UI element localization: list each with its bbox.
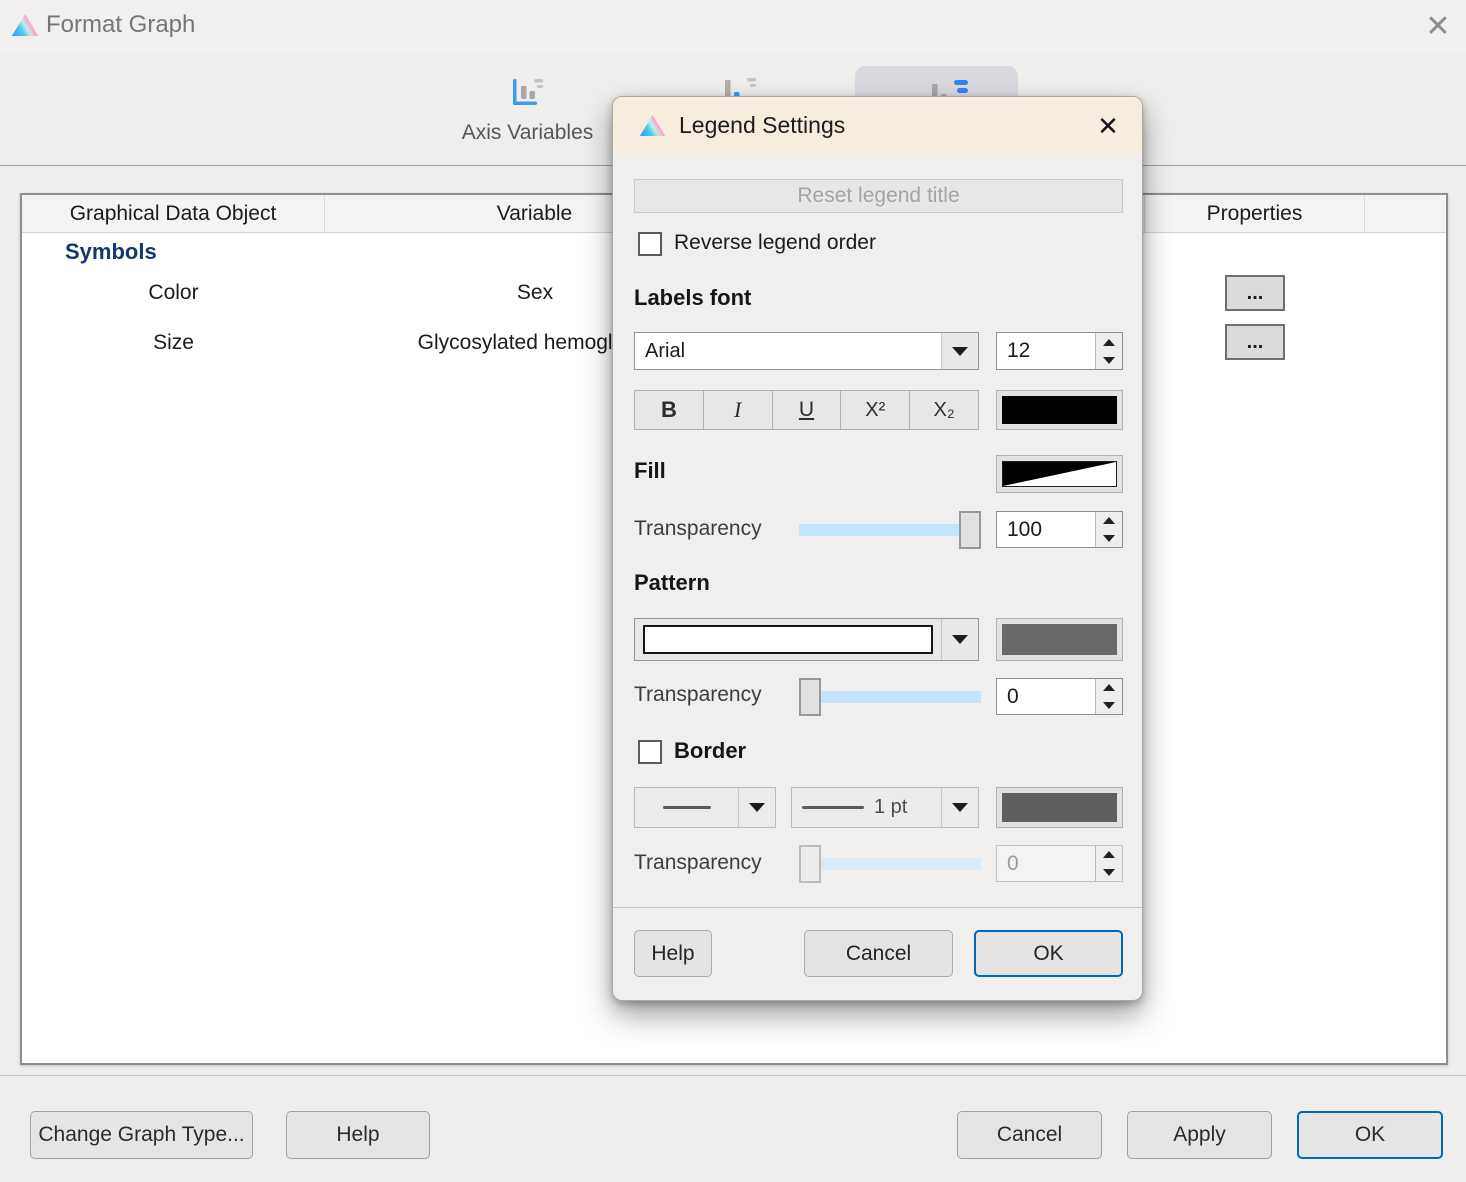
- bottom-bar: Change Graph Type... Help Cancel Apply O…: [0, 1075, 1466, 1182]
- italic-button[interactable]: I: [704, 391, 773, 429]
- font-family-value: Arial: [635, 333, 942, 369]
- window-title: Format Graph: [46, 11, 195, 39]
- prism-logo-icon: [11, 12, 39, 38]
- font-style-toolbar: B I U X² X₂: [634, 390, 979, 430]
- slider-track: [799, 858, 981, 870]
- spin-up-icon[interactable]: [1096, 333, 1122, 351]
- subscript-button[interactable]: X₂: [910, 391, 978, 429]
- fill-transparency-stepper[interactable]: 100: [996, 511, 1123, 548]
- spin-down-icon[interactable]: [1096, 530, 1122, 548]
- header-properties: Properties: [1145, 195, 1365, 232]
- prism-logo-icon: [639, 113, 666, 138]
- fill-transparency-label: Transparency: [634, 517, 762, 541]
- spin-down-icon: [1096, 864, 1122, 882]
- pattern-transparency-slider[interactable]: [799, 678, 981, 716]
- title-bar: Format Graph ✕: [0, 0, 1466, 52]
- pattern-color-swatch[interactable]: [996, 618, 1123, 661]
- chevron-down-icon[interactable]: [942, 619, 978, 660]
- row-size-object: Size: [22, 331, 325, 355]
- tab-axis-variables-label: Axis Variables: [462, 121, 594, 145]
- row-color-object: Color: [22, 281, 325, 305]
- border-transparency-slider: [799, 845, 981, 883]
- border-width-value: 1 pt: [874, 796, 907, 819]
- main-cancel-button[interactable]: Cancel: [957, 1111, 1102, 1159]
- dialog-title: Legend Settings: [679, 112, 845, 139]
- slider-thumb[interactable]: [959, 511, 981, 549]
- pattern-preview-field: [635, 619, 942, 660]
- superscript-button[interactable]: X²: [841, 391, 910, 429]
- fill-color-swatch[interactable]: [996, 455, 1123, 493]
- slider-thumb: [799, 845, 821, 883]
- reset-legend-title-button[interactable]: Reset legend title: [634, 179, 1123, 213]
- change-graph-type-button[interactable]: Change Graph Type...: [30, 1111, 253, 1159]
- window-close-icon[interactable]: ✕: [1418, 6, 1458, 46]
- border-checkbox[interactable]: [638, 740, 662, 764]
- dialog-ok-button[interactable]: OK: [974, 930, 1123, 977]
- pattern-transparency-stepper[interactable]: 0: [996, 678, 1123, 715]
- slider-track: [799, 691, 981, 703]
- header-graphical-data-object: Graphical Data Object: [22, 195, 325, 232]
- dialog-footer-separator: [613, 907, 1143, 908]
- spin-down-icon[interactable]: [1096, 697, 1122, 715]
- font-color-swatch[interactable]: [996, 390, 1123, 430]
- labels-font-heading: Labels font: [634, 285, 751, 311]
- row-size-properties-button[interactable]: ...: [1225, 324, 1285, 360]
- underline-button[interactable]: U: [773, 391, 842, 429]
- reverse-legend-order-label: Reverse legend order: [674, 231, 876, 255]
- chevron-down-icon[interactable]: [739, 788, 775, 827]
- border-transparency-stepper: 0: [996, 845, 1123, 882]
- spin-down-icon[interactable]: [1096, 351, 1122, 369]
- border-transparency-value: 0: [997, 846, 1095, 881]
- pattern-transparency-label: Transparency: [634, 683, 762, 707]
- reverse-legend-order-checkbox[interactable]: [638, 232, 662, 256]
- border-width-field: 1 pt: [792, 788, 942, 827]
- main-ok-button[interactable]: OK: [1297, 1111, 1443, 1159]
- fill-transparency-slider[interactable]: [799, 511, 981, 549]
- bold-button[interactable]: B: [635, 391, 704, 429]
- group-label-symbols: Symbols: [65, 239, 157, 265]
- main-help-button[interactable]: Help: [286, 1111, 430, 1159]
- slider-track: [799, 524, 981, 536]
- spin-up-icon[interactable]: [1096, 512, 1122, 530]
- header-blank: [1365, 195, 1446, 232]
- chevron-down-icon[interactable]: [942, 333, 978, 369]
- border-heading: Border: [674, 738, 746, 764]
- border-line-style-select[interactable]: [634, 787, 776, 828]
- font-size-stepper[interactable]: 12: [996, 332, 1123, 370]
- spin-up-icon: [1096, 846, 1122, 864]
- border-color-swatch[interactable]: [996, 787, 1123, 828]
- fill-heading: Fill: [634, 458, 666, 484]
- main-apply-button[interactable]: Apply: [1127, 1111, 1272, 1159]
- row-color-properties-button[interactable]: ...: [1225, 275, 1285, 311]
- dialog-close-icon[interactable]: ✕: [1090, 108, 1126, 144]
- axis-variables-icon: [509, 74, 547, 112]
- dialog-cancel-button[interactable]: Cancel: [804, 930, 953, 977]
- pattern-heading: Pattern: [634, 570, 710, 596]
- dialog-help-button[interactable]: Help: [634, 930, 712, 977]
- border-width-select[interactable]: 1 pt: [791, 787, 979, 828]
- slider-thumb[interactable]: [799, 678, 821, 716]
- line-style-preview: [635, 788, 739, 827]
- pattern-transparency-value[interactable]: 0: [997, 679, 1095, 714]
- chevron-down-icon[interactable]: [942, 788, 978, 827]
- font-size-value[interactable]: 12: [997, 333, 1095, 369]
- pattern-select[interactable]: [634, 618, 979, 661]
- fill-transparency-value[interactable]: 100: [997, 512, 1095, 547]
- font-family-select[interactable]: Arial: [634, 332, 979, 370]
- tab-axis-variables[interactable]: Axis Variables: [440, 74, 615, 158]
- border-transparency-label: Transparency: [634, 851, 762, 875]
- format-graph-window: Format Graph ✕ Axis Variables: [0, 0, 1466, 1182]
- pattern-preview: [643, 625, 933, 654]
- dialog-header[interactable]: Legend Settings ✕: [613, 97, 1142, 154]
- spin-up-icon[interactable]: [1096, 679, 1122, 697]
- legend-settings-dialog: Legend Settings ✕ Reset legend title Rev…: [612, 96, 1143, 1001]
